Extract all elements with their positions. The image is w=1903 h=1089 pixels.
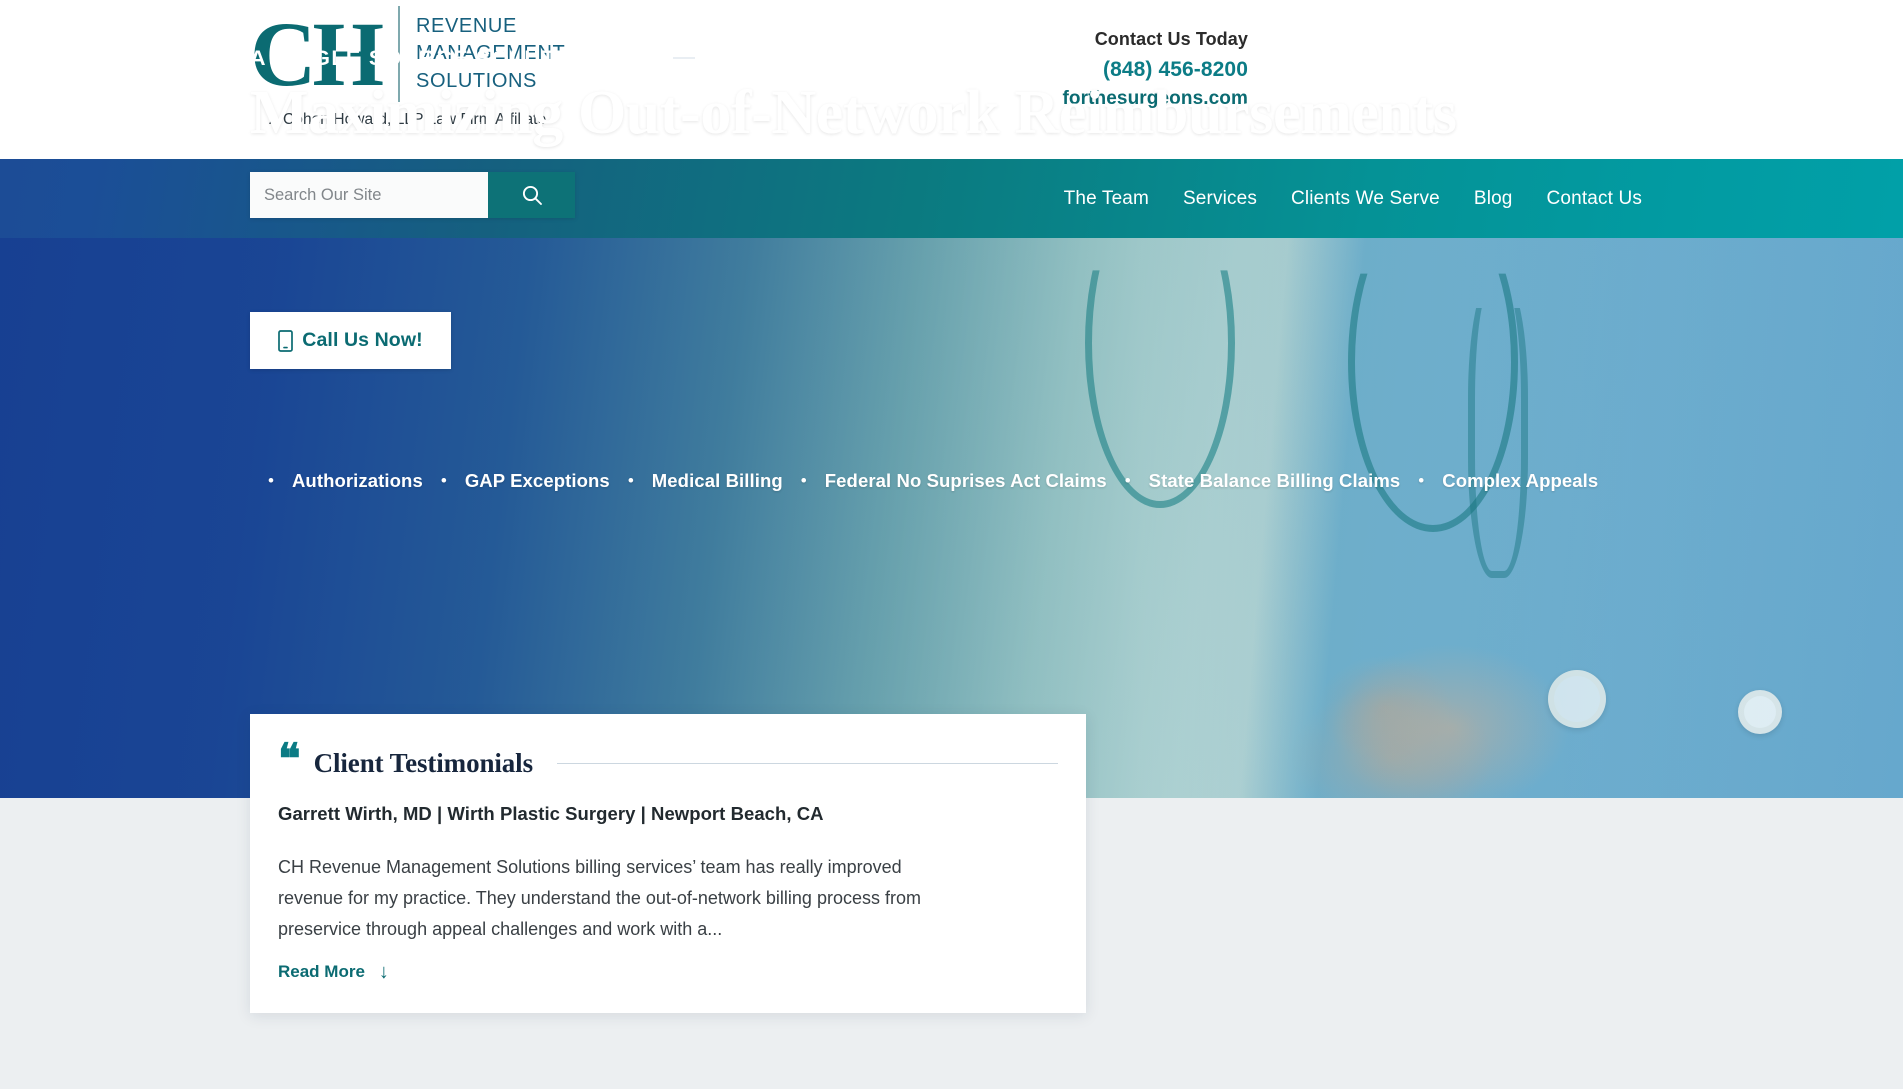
nav-links: The Team Services Clients We Serve Blog … [1047, 159, 1659, 238]
site-search [250, 172, 575, 218]
eyebrow-dash [672, 57, 695, 59]
call-us-now-label: Call Us Now! [302, 329, 423, 351]
testimonial-header-divider [557, 762, 1058, 764]
testimonial-author: Garrett Wirth, MD | Wirth Plastic Surger… [278, 803, 824, 824]
bullet-dot: • [1124, 471, 1131, 490]
search-icon [522, 185, 542, 205]
hero-eyebrow-text: A SINGLE SOURCE SOLUTION FOR [250, 46, 655, 70]
hero-bullet-gap-exceptions: GAP Exceptions [464, 470, 610, 491]
nav-item-contact-us[interactable]: Contact Us [1530, 188, 1659, 210]
read-more-link[interactable]: Read More ↓ [278, 962, 389, 982]
page-root: CH REVENUE MANAGEMENT SOLUTIONS A Cohen … [0, 0, 1903, 1089]
bullet-dot: • [440, 471, 447, 490]
client-testimonial-card: ❝ Client Testimonials Garrett Wirth, MD … [250, 714, 1086, 1013]
hero-bullet-list: • Authorizations • GAP Exceptions • Medi… [250, 470, 1598, 492]
hero-title: Maximizing Out-of-Network Reimbursements [250, 79, 1457, 147]
nav-item-the-team[interactable]: The Team [1047, 188, 1166, 210]
hero-eyebrow: A SINGLE SOURCE SOLUTION FOR [250, 46, 695, 71]
hero-bullet-state-balance-billing-claims: State Balance Billing Claims [1148, 470, 1401, 491]
nav-item-blog[interactable]: Blog [1457, 188, 1530, 210]
bullet-dot: • [1418, 471, 1425, 490]
hero-bullet-complex-appeals: Complex Appeals [1442, 470, 1599, 491]
bullet-dot: • [268, 471, 274, 490]
mobile-phone-icon [278, 329, 294, 352]
nav-item-clients-we-serve[interactable]: Clients We Serve [1274, 188, 1457, 210]
testimonial-card-header: ❝ Client Testimonials [278, 737, 1058, 786]
bullet-dot: • [627, 471, 634, 490]
nav-item-services[interactable]: Services [1166, 188, 1274, 210]
search-input[interactable] [250, 172, 488, 218]
hero-bullet-authorizations: Authorizations [291, 470, 423, 491]
bullet-dot: • [800, 471, 807, 490]
search-submit-button[interactable] [488, 172, 575, 218]
arrow-down-icon: ↓ [378, 960, 389, 983]
hero-bullet-federal-no-suprises-act-claims: Federal No Suprises Act Claims [824, 470, 1107, 491]
testimonial-body: CH Revenue Management Solutions billing … [278, 857, 921, 939]
hero-bullet-medical-billing: Medical Billing [651, 470, 783, 491]
testimonial-heading: Client Testimonials [313, 747, 533, 778]
read-more-label: Read More [278, 961, 365, 981]
quotation-mark-icon: ❝ [278, 737, 301, 784]
call-us-now-button[interactable]: Call Us Now! [250, 312, 451, 369]
